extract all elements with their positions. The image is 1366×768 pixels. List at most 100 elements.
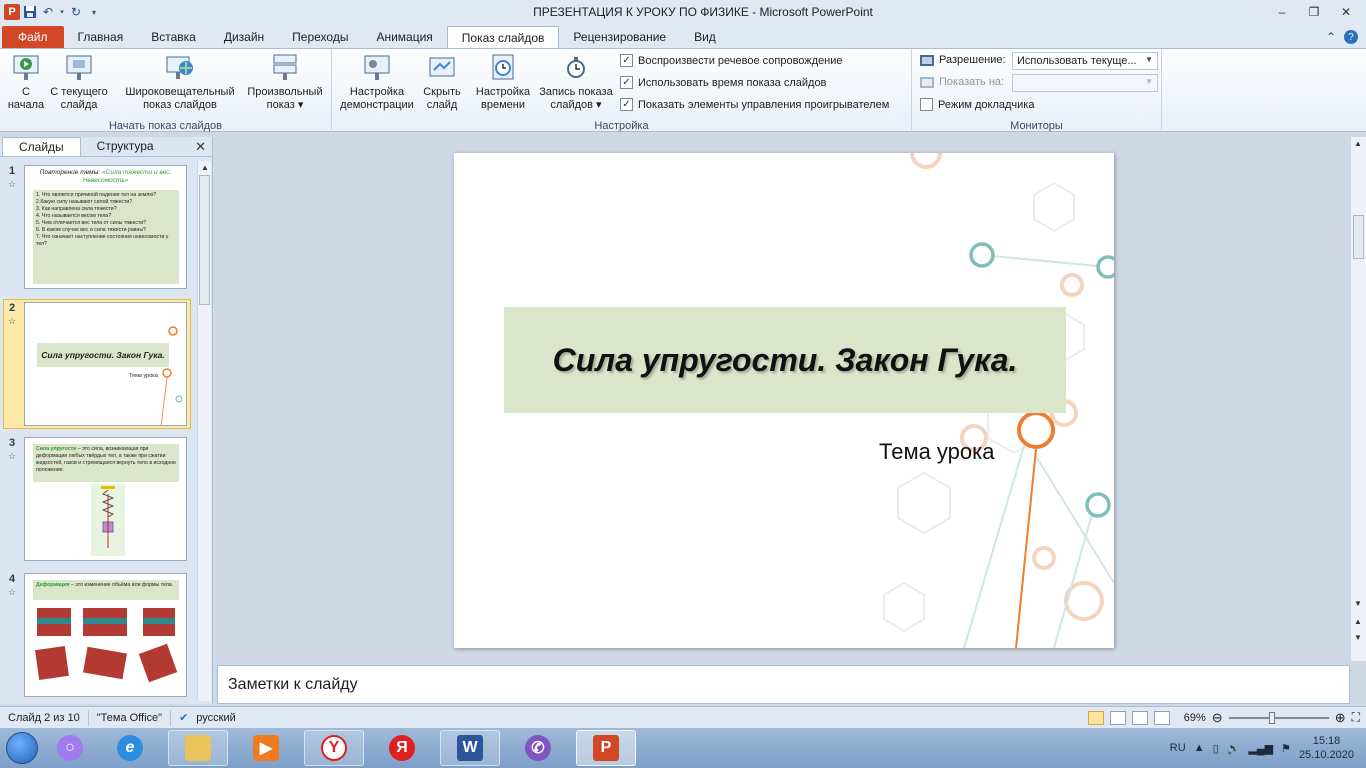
taskbar-yandex[interactable]: Я (372, 730, 432, 766)
slide-thumbnail-row-selected[interactable]: 2 ☆ Сила упругости. Закон Гука. Тема уро… (0, 299, 196, 429)
scrollbar-thumb[interactable] (1353, 215, 1364, 259)
notes-placeholder: Заметки к слайду (228, 676, 358, 693)
from-current-slide-button[interactable]: С текущего слайда (46, 52, 112, 112)
taskbar-yandex-browser[interactable]: Y (304, 730, 364, 766)
tab-slides[interactable]: Слайды (2, 137, 81, 156)
taskbar-viber[interactable]: ✆ (508, 730, 568, 766)
customize-qat-icon[interactable]: ▾ (86, 4, 102, 20)
window-title: ПРЕЗЕНТАЦИЯ К УРОКУ ПО ФИЗИКЕ - Microsof… (533, 5, 873, 19)
slide-thumbnail-row[interactable]: 1 ☆ Повторение темы: «Сила тяжести и вес… (0, 165, 196, 291)
tab-outline[interactable]: Структура (81, 137, 170, 156)
current-slide[interactable]: Сила упругости. Закон Гука. Тема урока (454, 153, 1114, 648)
checkbox-checked-icon[interactable]: ✓ (620, 98, 633, 111)
resolution-dropdown[interactable]: Использовать текуще... ▼ (1012, 52, 1158, 70)
record-slide-show-button[interactable]: Запись показа слайдов ▾ (534, 52, 618, 112)
reading-view-icon[interactable] (1131, 710, 1148, 725)
hide-slide-button[interactable]: Скрыть слайд (418, 52, 466, 112)
start-button[interactable] (0, 728, 44, 768)
slide-sorter-icon[interactable] (1109, 710, 1126, 725)
save-icon[interactable] (22, 4, 38, 20)
scroll-up-icon[interactable]: ▲ (1354, 139, 1362, 148)
tab-design[interactable]: Дизайн (210, 26, 278, 48)
thumbnails-scrollbar[interactable]: ▲ (197, 161, 211, 701)
rehearse-timings-button[interactable]: Настройка времени (472, 52, 534, 112)
device-icon[interactable]: ▯ (1213, 742, 1219, 755)
slide-thumbnail-row[interactable]: 3 ☆ Сила упругости – это сила, возникающ… (0, 437, 196, 563)
animation-star-icon: ☆ (8, 316, 17, 326)
ribbon-tabs-right: ⌃ ? (1326, 26, 1366, 48)
theme-name[interactable]: "Тема Office" (89, 709, 172, 726)
slide-thumbnail[interactable]: Сила упругости – это сила, возникающая п… (24, 437, 187, 561)
language-indicator[interactable]: ✔ русский (171, 710, 244, 726)
taskbar-powerpoint[interactable]: P (576, 730, 636, 766)
scroll-down-icon[interactable]: ▼ (1354, 599, 1362, 608)
tray-expand-icon[interactable]: ▲ (1194, 742, 1205, 754)
minimize-icon[interactable]: – (1272, 5, 1292, 19)
next-slide-icon[interactable]: ▼ (1354, 633, 1362, 642)
scroll-up-icon[interactable]: ▲ (201, 163, 209, 172)
set-up-slide-show-button[interactable]: Настройка демонстрации (338, 52, 416, 112)
taskbar-word[interactable]: W (440, 730, 500, 766)
zoom-slider-knob[interactable] (1268, 711, 1275, 724)
checkbox-checked-icon[interactable]: ✓ (620, 54, 633, 67)
tab-transitions[interactable]: Переходы (278, 26, 362, 48)
redo-icon[interactable]: ↻ (68, 4, 84, 20)
slide-thumbnail[interactable]: Деформация – это изменение объёма или фо… (24, 573, 187, 697)
network-icon[interactable]: ▂▄▆ (1248, 742, 1273, 755)
undo-icon[interactable]: ↶ (40, 4, 56, 20)
normal-view-icon[interactable] (1087, 710, 1104, 725)
zoom-in-icon[interactable]: ⊕ (1335, 710, 1346, 726)
slide-title-box[interactable]: Сила упругости. Закон Гука. (504, 307, 1066, 413)
minimize-ribbon-icon[interactable]: ⌃ (1326, 30, 1336, 44)
checkbox-checked-icon[interactable]: ✓ (620, 76, 633, 89)
checkbox-unchecked-icon[interactable] (920, 98, 933, 111)
tab-animations[interactable]: Анимация (362, 26, 446, 48)
animation-star-icon: ☆ (8, 451, 17, 461)
restore-icon[interactable]: ❐ (1304, 5, 1324, 19)
previous-slide-icon[interactable]: ▲ (1354, 617, 1362, 626)
close-icon[interactable]: ✕ (195, 139, 206, 155)
help-icon[interactable]: ? (1344, 30, 1358, 44)
tab-slide-show[interactable]: Показ слайдов (446, 26, 560, 48)
broadcast-icon (166, 56, 193, 79)
taskbar-media-player[interactable]: ▶ (236, 730, 296, 766)
checkbox-show-media-controls[interactable]: ✓ Показать элементы управления проигрыва… (620, 98, 889, 111)
thumb-definition-box: Сила упругости – это сила, возникающая п… (33, 444, 179, 482)
spellcheck-icon[interactable]: ✔ (179, 711, 188, 724)
tab-file[interactable]: Файл (2, 26, 64, 48)
checkbox-presenter-view[interactable]: Режим докладчика (920, 98, 1034, 111)
slide-show-icon[interactable] (1153, 710, 1170, 725)
clock[interactable]: 15:18 25.10.2020 (1299, 734, 1354, 762)
group-start-slide-show: С начала С текущего слайда Широковещател… (0, 49, 332, 133)
zoom-out-icon[interactable]: ⊖ (1212, 710, 1223, 726)
checkbox-play-narrations[interactable]: ✓ Воспроизвести речевое сопровождение (620, 54, 843, 67)
slide-thumbnail-row[interactable]: 4 ☆ Деформация – это изменение объёма ил… (0, 573, 196, 699)
taskbar-alice-assistant[interactable]: ○ (48, 730, 92, 766)
zoom-level[interactable]: 69% (1184, 712, 1206, 724)
notes-pane[interactable]: Заметки к слайду (217, 665, 1350, 704)
slide-subtitle[interactable]: Тема урока (879, 439, 994, 465)
slide-vertical-scrollbar[interactable]: ▲ ▼ ▲ ▼ (1350, 137, 1366, 661)
scrollbar-thumb[interactable] (199, 175, 210, 305)
slide-thumbnail[interactable]: Сила упругости. Закон Гука. Тема урока (24, 302, 187, 426)
powerpoint-app-icon[interactable]: P (4, 4, 20, 20)
volume-icon[interactable]: 🔈 (1227, 742, 1241, 755)
checkbox-use-timings[interactable]: ✓ Использовать время показа слайдов (620, 76, 826, 89)
broadcast-slide-show-button[interactable]: Широковещательный показ слайдов (118, 52, 242, 112)
taskbar-file-explorer[interactable] (168, 730, 228, 766)
fit-to-window-icon[interactable]: ⛶ (1352, 710, 1360, 725)
zoom-slider[interactable] (1228, 711, 1329, 724)
keyboard-language[interactable]: RU (1170, 742, 1186, 754)
from-beginning-button[interactable]: С начала (6, 52, 46, 112)
action-center-icon[interactable]: ⚑ (1281, 742, 1291, 755)
powerpoint-icon: P (593, 735, 619, 761)
tab-view[interactable]: Вид (680, 26, 730, 48)
undo-dropdown-icon[interactable]: ▾ (58, 4, 66, 20)
tab-review[interactable]: Рецензирование (559, 26, 680, 48)
tab-insert[interactable]: Вставка (137, 26, 210, 48)
custom-slide-show-button[interactable]: Произвольный показ ▾ (242, 52, 328, 112)
tab-home[interactable]: Главная (64, 26, 138, 48)
taskbar-internet-explorer[interactable]: e (100, 730, 160, 766)
close-icon[interactable]: ✕ (1336, 5, 1356, 19)
slide-thumbnail[interactable]: Повторение темы: «Сила тяжести и вес. Не… (24, 165, 187, 289)
